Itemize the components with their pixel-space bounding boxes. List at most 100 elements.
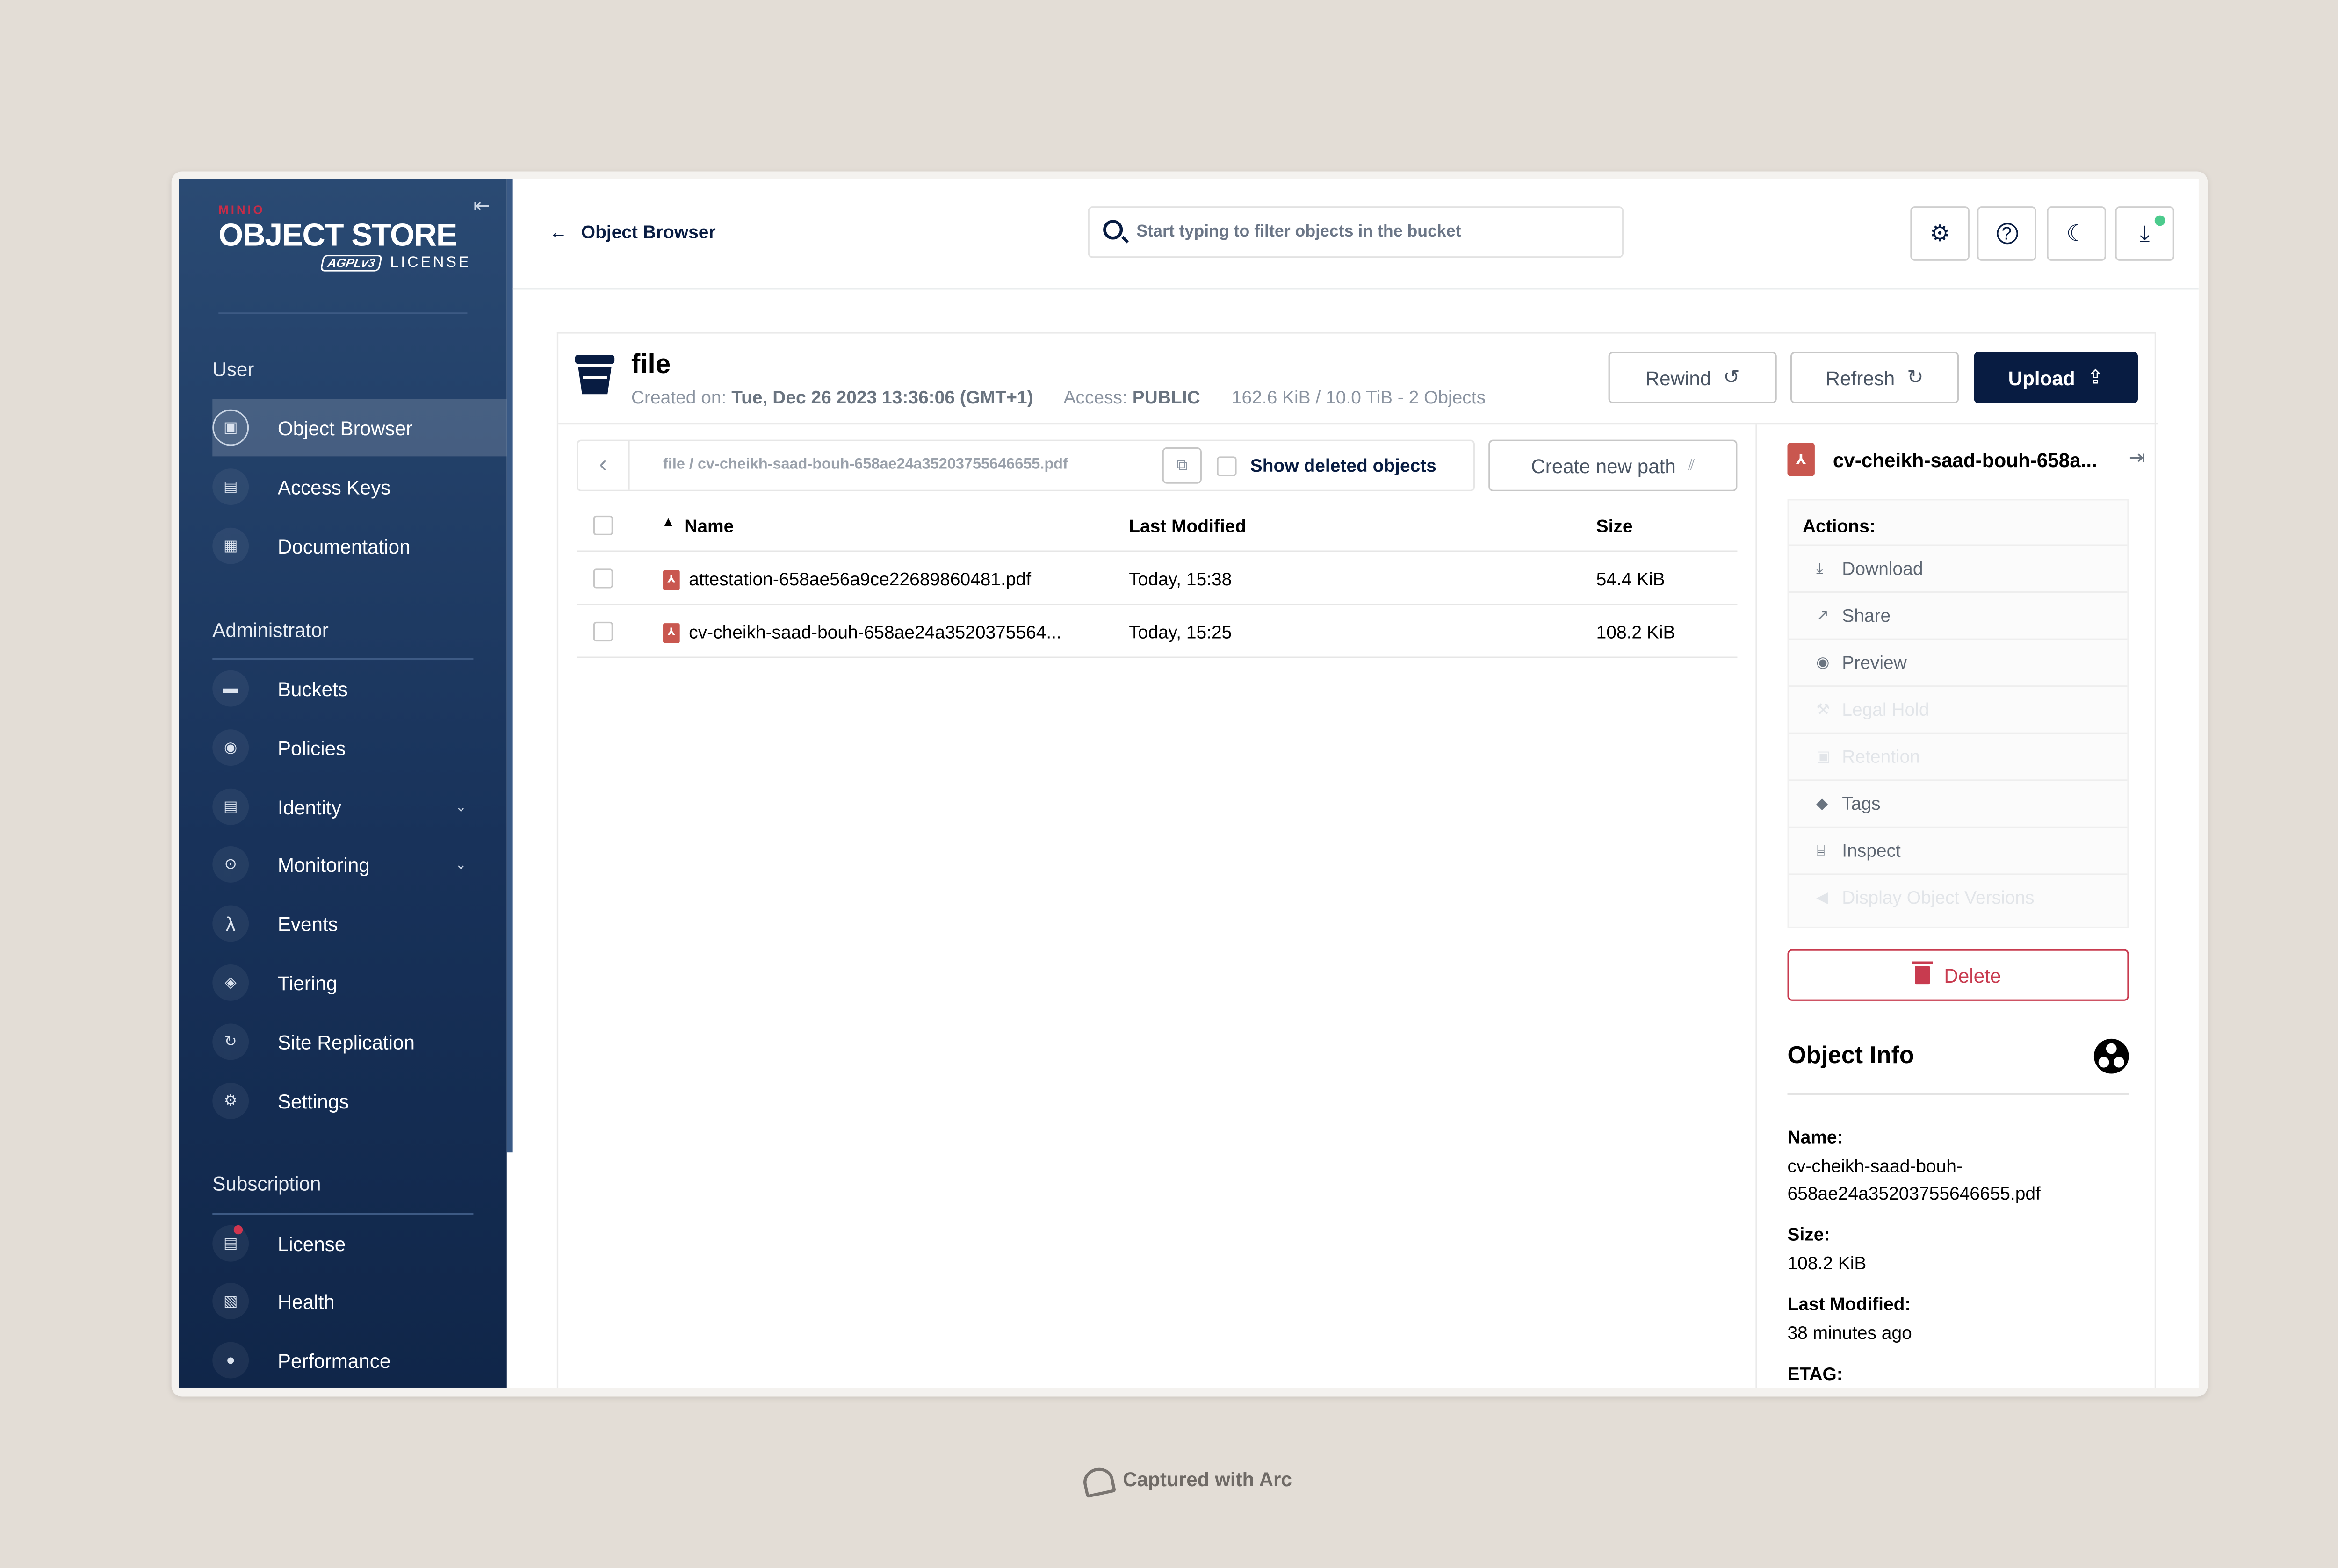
main-content: ← Object Browser ⚙ ? ☾ ⤓ [512,179,2199,1388]
settings-button[interactable]: ⚙ [1910,206,1970,261]
minio-logo[interactable]: MINIO OBJECT STORE AGPLv3 LICENSE [218,203,471,272]
table-row[interactable]: ⅄ cv-cheikh-saad-bouh-658ae24a3520375564… [577,605,1738,658]
sidebar-item-object-browser[interactable]: ▣ Object Browser [212,399,507,457]
pdf-file-icon: ⅄ [663,569,680,590]
sidebar: MINIO OBJECT STORE AGPLv3 LICENSE ⇤ User… [179,179,507,1388]
inspect-action[interactable]: ⌸ Inspect [1789,826,2128,874]
access-label: Access: [1063,387,1127,408]
rewind-button[interactable]: Rewind ↺ [1608,352,1777,403]
info-size-label: Size: [1787,1223,1830,1245]
downloads-button[interactable]: ⤓ [2115,206,2174,261]
sidebar-item-events[interactable]: λ Events [179,895,507,952]
path-back-button[interactable]: ‹ [578,441,630,490]
breadcrumb-path[interactable]: file / cv-cheikh-saad-bouh-658ae24a35203… [663,456,1068,473]
download-icon: ⤓ [2139,220,2150,247]
versions-action: ◀ Display Object Versions [1789,873,2128,921]
file-name: cv-cheikh-saad-bouh-658ae24a3520375564..… [689,621,1061,643]
refresh-button[interactable]: Refresh ↻ [1790,352,1959,403]
sidebar-item-identity[interactable]: ▤ Identity ⌄ [179,778,507,835]
refresh-label: Refresh [1826,366,1895,389]
column-last-modified[interactable]: Last Modified [1129,516,1246,537]
rewind-label: Rewind [1645,366,1711,389]
bucket-card: file Created on: Tue, Dec 26 2023 13:36:… [556,332,2158,1388]
arrow-left-icon: ← [549,221,568,243]
identity-icon: ▤ [212,788,249,825]
sidebar-item-site-replication[interactable]: ↻ Site Replication [179,1013,507,1071]
chevron-left-icon: ‹ [599,452,607,478]
action-label: Preview [1842,652,1907,674]
back-link[interactable]: ← Object Browser [549,222,716,243]
file-modified: Today, 15:38 [1129,568,1232,590]
gear-icon: ⚙ [1929,221,1950,247]
close-panel-icon[interactable]: ⇥ [2129,446,2145,470]
search-input[interactable] [1136,216,1607,247]
eye-icon: ◉ [1816,654,1830,671]
sidebar-item-license[interactable]: ▤ License [179,1215,507,1272]
collapse-sidebar-icon[interactable]: ⇤ [473,194,490,218]
upload-button[interactable]: Upload ⇪ [1974,352,2138,403]
download-action[interactable]: ⤓ Download [1789,544,2128,591]
gavel-icon: ⚒ [1816,701,1830,718]
section-title-user: User [212,358,254,381]
action-label: Display Object Versions [1842,887,2035,908]
dark-mode-button[interactable]: ☾ [2047,206,2106,261]
upload-label: Upload [2008,366,2075,389]
copy-path-button[interactable]: ⧉ [1162,447,1202,484]
sort-asc-icon: ▲ [661,514,675,530]
info-name-label: Name: [1787,1127,1843,1148]
sidebar-item-tiering[interactable]: ◈ Tiering [179,954,507,1011]
sidebar-item-monitoring[interactable]: ⊙ Monitoring ⌄ [179,835,507,893]
info-modified-label: Last Modified: [1787,1293,1911,1315]
sidebar-item-performance[interactable]: ● Performance [179,1331,507,1388]
divider [1787,1093,2129,1095]
created-label: Created on: [631,387,727,408]
row-checkbox[interactable] [593,621,613,642]
detail-title: cv-cheikh-saad-bouh-658a... [1833,448,2097,471]
search-box[interactable] [1088,206,1624,258]
sidebar-item-health[interactable]: ▧ Health [179,1272,507,1330]
sidebar-item-documentation[interactable]: ▦ Documentation [179,517,507,575]
versions-icon: ◀ [1816,889,1828,906]
sidebar-scrollbar[interactable] [506,179,513,1153]
column-name[interactable]: ▲ Name [661,514,734,537]
tags-action[interactable]: ◆ Tags [1789,779,2128,827]
create-new-path-button[interactable]: Create new path ⫽ [1488,439,1738,491]
sidebar-item-settings[interactable]: ⚙ Settings [179,1072,507,1129]
pdf-file-icon: ⅄ [1787,443,1815,476]
health-icon: ▧ [212,1283,249,1320]
sidebar-item-access-keys[interactable]: ▤ Access Keys [179,458,507,516]
refresh-icon: ↻ [1907,365,1924,388]
lambda-icon: λ [212,905,249,942]
arc-caption: Captured with Arc [1080,1465,1292,1492]
page-header: ← Object Browser ⚙ ? ☾ ⤓ [512,179,2199,290]
sidebar-item-buckets[interactable]: ▬ Buckets [179,660,507,717]
column-size[interactable]: Size [1596,516,1633,537]
file-size: 108.2 KiB [1596,621,1675,643]
preview-action[interactable]: ◉ Preview [1789,638,2128,686]
notification-dot [233,1225,243,1235]
sidebar-item-label: Settings [277,1089,349,1113]
sidebar-item-label: Documentation [277,534,411,558]
sidebar-item-policies[interactable]: ◉ Policies [179,719,507,777]
help-button[interactable]: ? [1977,206,2036,261]
sidebar-item-label: Tiering [277,971,338,994]
bucket-meta: Created on: Tue, Dec 26 2023 13:36:06 (G… [631,387,1486,408]
legal-hold-action: ⚒ Legal Hold [1789,685,2128,733]
documentation-icon: ▦ [212,527,249,564]
share-action[interactable]: ↗ Share [1789,591,2128,639]
create-path-label: Create new path [1531,454,1676,477]
row-checkbox[interactable] [593,568,613,589]
show-deleted-toggle[interactable]: Show deleted objects [1217,455,1436,476]
retention-action: ▣ Retention [1789,732,2128,780]
back-label: Object Browser [581,221,716,243]
sidebar-item-label: Health [277,1289,335,1313]
object-info-title: Object Info [1787,1043,1914,1069]
file-modified: Today, 15:25 [1129,621,1232,643]
object-browser-icon: ▣ [212,409,249,446]
delete-button[interactable]: Delete [1787,949,2129,1001]
select-all-checkbox[interactable] [593,515,613,536]
show-deleted-checkbox[interactable] [1217,455,1237,475]
table-row[interactable]: ⅄ attestation-658ae56a9ce22689860481.pdf… [577,552,1738,605]
trash-icon [1912,961,1934,985]
sidebar-item-label: Policies [277,736,346,759]
